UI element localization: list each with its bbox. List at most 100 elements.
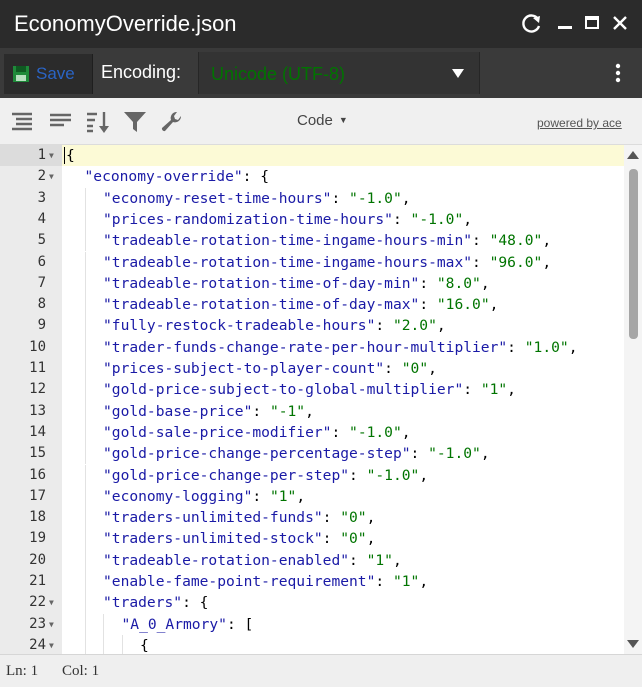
line-number-label: 15 [29, 445, 46, 462]
line-number-label: 12 [29, 381, 46, 398]
json-punctuation: , [428, 360, 437, 377]
indent-guide [84, 251, 86, 273]
close-icon[interactable] [607, 10, 633, 36]
scrollbar-thumb[interactable] [629, 169, 638, 339]
code-content[interactable]: {"economy-override": {"economy-reset-tim… [62, 145, 624, 654]
save-button[interactable]: Save [4, 54, 93, 94]
code-text: "trader-funds-change-rate-per-hour-multi… [103, 337, 577, 358]
indent-guide [84, 549, 86, 571]
line-number-label: 2 [37, 168, 46, 185]
json-key: "tradeable-rotation-time-ingame-hours-mi… [103, 232, 473, 250]
line-number-label: 9 [37, 317, 46, 334]
compact-icon[interactable] [49, 110, 73, 134]
indent-guide [84, 485, 86, 508]
indent-guide [84, 571, 86, 593]
line-number-label: 4 [37, 210, 46, 227]
fold-arrow-icon[interactable]: ▼ [49, 635, 54, 654]
line-number-label: 6 [37, 253, 46, 270]
text-cursor [64, 147, 65, 164]
indent-guide [121, 634, 123, 654]
line-number: 11 [0, 358, 62, 379]
code-text: "prices-randomization-time-hours": "-1.0… [103, 209, 472, 230]
save-icon [13, 66, 29, 82]
line-number: 21 [0, 571, 62, 592]
json-value: "-1.0" [366, 466, 420, 484]
json-punctuation: , [463, 210, 473, 228]
fold-arrow-icon[interactable]: ▼ [49, 166, 54, 187]
json-punctuation: : [252, 402, 270, 420]
json-key: "economy-override" [84, 168, 243, 186]
scroll-up-icon[interactable] [627, 150, 639, 160]
indent-guide [103, 613, 104, 635]
refresh-icon[interactable] [519, 10, 545, 36]
minimize-icon[interactable] [552, 10, 578, 36]
code-text: "gold-price-subject-to-global-multiplier… [103, 379, 516, 400]
indent-guide [84, 528, 86, 550]
indent-guide [84, 464, 86, 486]
main-toolbar: Save Encoding: Unicode (UTF-8) [0, 48, 642, 98]
json-punctuation: : [349, 466, 367, 484]
code-text: "gold-sale-price-modifier": "-1.0", [103, 422, 411, 443]
json-punctuation: , [489, 296, 499, 314]
scroll-down-icon[interactable] [627, 639, 639, 649]
encoding-select[interactable]: Unicode (UTF-8) [198, 52, 480, 94]
maximize-icon[interactable] [579, 10, 605, 36]
indent-guide [84, 336, 86, 358]
json-value: "48.0" [489, 232, 543, 250]
filter-icon[interactable] [123, 110, 147, 134]
encoding-label: Encoding: [101, 62, 182, 82]
code-text: "gold-price-change-per-step": "-1.0", [103, 465, 428, 486]
indent-guide [84, 634, 86, 654]
vertical-scrollbar[interactable] [624, 145, 642, 654]
code-text: "fully-restock-tradeable-hours": "2.0", [103, 315, 446, 336]
json-punctuation: , [366, 530, 376, 548]
json-punctuation: , [480, 274, 490, 292]
json-key: "gold-price-change-per-step" [103, 466, 350, 484]
json-punctuation: : [507, 338, 525, 356]
json-value: "-1.0" [428, 445, 481, 463]
json-punctuation: : [322, 530, 341, 548]
json-key: "tradeable-rotation-time-of-day-min" [103, 274, 420, 292]
code-text: "tradeable-rotation-enabled": "1", [103, 550, 402, 571]
mode-select[interactable]: Code ▼ [297, 112, 348, 129]
indent-guide [84, 230, 86, 252]
save-label: Save [36, 64, 75, 83]
json-value: "0" [340, 530, 367, 548]
dropdown-arrow-icon [452, 69, 464, 78]
line-number-label: 16 [29, 466, 46, 483]
format-icon[interactable] [11, 110, 35, 134]
json-value: "-1.0" [349, 423, 402, 441]
json-punctuation: , [542, 232, 552, 250]
line-number-label: 1 [37, 147, 46, 163]
indent-guide [84, 379, 86, 401]
title-bar: EconomyOverride.json [0, 0, 642, 48]
window-title: EconomyOverride.json [14, 11, 237, 36]
json-key: "economy-reset-time-hours" [103, 189, 332, 207]
indent-guide [84, 613, 86, 635]
json-punctuation: , [507, 381, 516, 399]
json-punctuation: { [140, 636, 149, 654]
sort-icon[interactable] [86, 110, 110, 134]
more-options-icon[interactable] [610, 60, 626, 88]
wrench-icon[interactable] [160, 110, 184, 134]
code-text: "gold-base-price": "-1", [103, 401, 314, 422]
fold-arrow-icon[interactable]: ▼ [49, 592, 54, 613]
json-punctuation: : [392, 210, 411, 228]
json-key: "gold-price-subject-to-global-multiplier… [103, 381, 464, 399]
json-punctuation: , [392, 551, 402, 569]
code-text: "economy-reset-time-hours": "-1.0", [103, 188, 411, 209]
encoding-value: Unicode (UTF-8) [211, 64, 346, 84]
code-line[interactable]: { [62, 145, 624, 167]
json-punctuation: : [472, 253, 490, 271]
code-editor[interactable]: 1 ▼ 2 ▼ 3 4 5 6 7 8 9 10 11 12 13 14 15 16 17 18 19 20 21 22 ▼ 23… [0, 145, 642, 654]
json-punctuation: : [463, 381, 481, 399]
json-value: "2.0" [392, 317, 437, 335]
json-punctuation: : [375, 317, 393, 335]
fold-arrow-icon[interactable]: ▼ [49, 145, 54, 166]
powered-by-link[interactable]: powered by ace [537, 116, 622, 130]
line-number: 3 [0, 188, 62, 209]
code-text: "economy-override": { [85, 166, 270, 187]
json-punctuation: : { [182, 594, 209, 612]
line-number-label: 11 [29, 360, 46, 376]
fold-arrow-icon[interactable]: ▼ [49, 614, 54, 635]
